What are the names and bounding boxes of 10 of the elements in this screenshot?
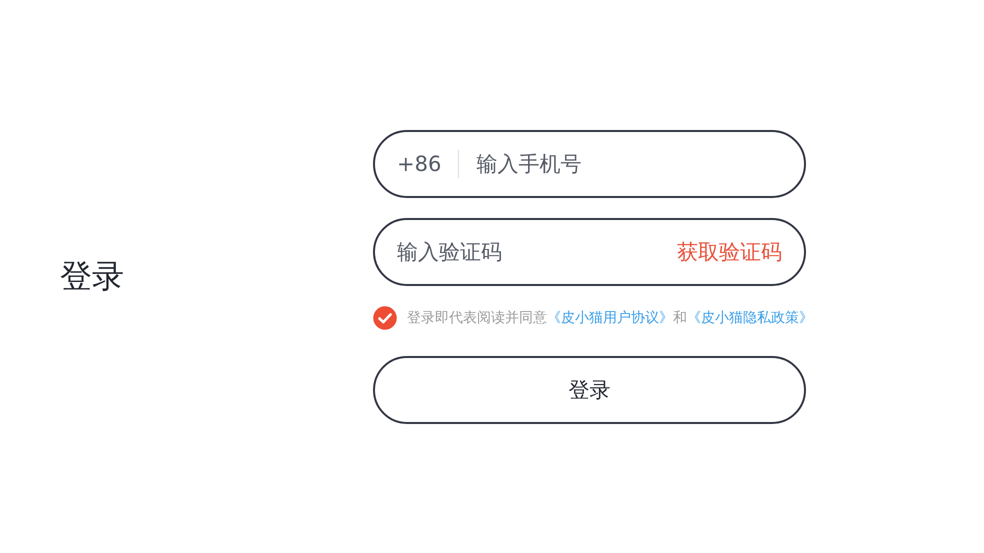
login-button[interactable]: 登录 [373,356,806,424]
get-code-button[interactable]: 获取验证码 [677,238,782,266]
page-title: 登录 [60,256,124,294]
country-code[interactable]: +86 [397,152,442,176]
agreement-checkbox[interactable] [373,306,397,330]
user-agreement-link[interactable]: 《皮小猫用户协议》 [547,310,673,326]
code-field[interactable]: 输入验证码 获取验证码 [373,218,806,286]
phone-field[interactable]: +86 输入手机号 [373,130,806,198]
privacy-policy-link[interactable]: 《皮小猫隐私政策》 [687,310,813,326]
agreement-text: 登录即代表阅读并同意《皮小猫用户协议》和《皮小猫隐私政策》 [407,308,813,326]
